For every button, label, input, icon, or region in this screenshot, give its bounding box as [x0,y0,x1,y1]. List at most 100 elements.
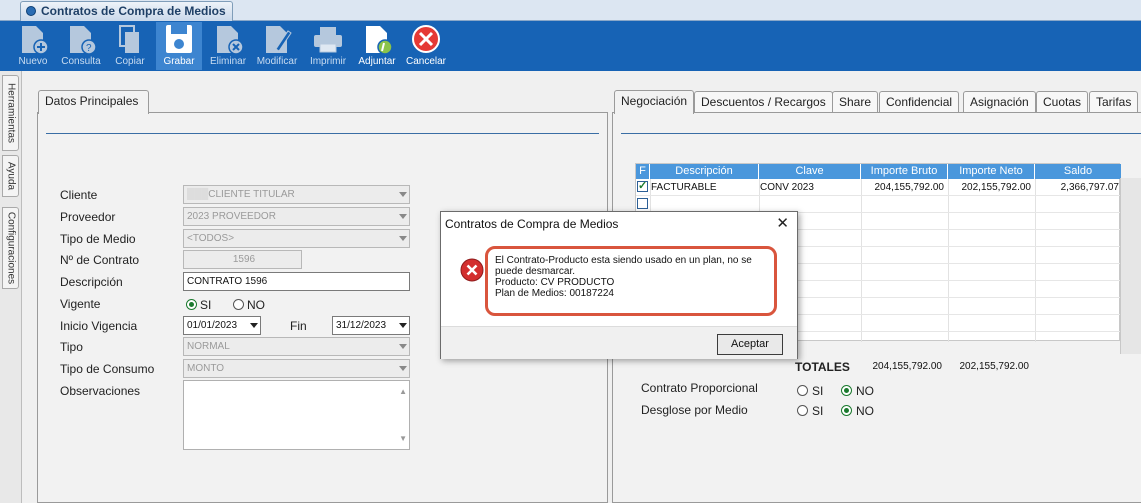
edit-document-icon [266,26,292,53]
desglose-medio-si-label: SI [812,404,824,418]
desglose-medio-no-label: NO [856,404,874,418]
error-icon [460,258,484,282]
contrato-proporcional-si-label: SI [812,384,824,398]
numero-contrato-label: Nº de Contrato [60,253,140,267]
query-document-icon: ? [70,26,97,55]
tab-asignacion[interactable]: Asignación [963,91,1036,113]
chevron-down-icon [399,323,407,328]
svg-text:?: ? [86,43,92,54]
side-tab-configuraciones[interactable]: Configuraciones [2,207,19,289]
document-tab-title: Contratos de Compra de Medios [41,4,226,18]
grid-header-importe-bruto[interactable]: Importe Bruto [861,164,948,179]
row-importe-bruto: 204,155,792.00 [874,182,944,193]
tab-descuentos-recargos[interactable]: Descuentos / Recargos [694,91,833,113]
tipo-consumo-label: Tipo de Consumo [60,362,155,376]
tipo-medio-label: Tipo de Medio [60,232,136,246]
dialog-title: Contratos de Compra de Medios [445,217,619,231]
row-checkbox[interactable] [637,198,648,209]
toolbar: Nuevo ? Consulta Copiar Grabar Eliminar … [0,21,1141,71]
document-tab-strip: Contratos de Compra de Medios [0,0,1141,21]
chevron-down-icon [399,236,407,241]
delete-document-icon [217,26,244,55]
save-button[interactable]: Grabar [156,22,202,70]
row-saldo: 2,366,797.07 [1060,182,1119,193]
numero-contrato-field[interactable]: 1596 [183,250,302,269]
chevron-down-icon [250,323,258,328]
tab-tarifas[interactable]: Tarifas [1089,91,1139,113]
side-tab-bar: Herramientas Ayuda Configuraciones [0,71,22,503]
tipo-select[interactable]: NORMAL [183,337,410,356]
row-importe-neto: 202,155,792.00 [961,182,1031,193]
tab-negociacion[interactable]: Negociación [614,90,695,114]
grid-header-saldo[interactable]: Saldo [1035,164,1121,179]
chevron-down-icon [399,366,407,371]
copy-button[interactable]: Copiar [107,22,153,70]
tab-datos-principales[interactable]: Datos Principales [38,90,149,114]
observaciones-label: Observaciones [60,384,141,398]
query-button[interactable]: ? Consulta [58,22,104,70]
cliente-label: Cliente [60,188,98,202]
tipo-label: Tipo [60,340,83,354]
tipo-medio-select[interactable]: <TODOS> [183,229,410,248]
proveedor-label: Proveedor [60,210,116,224]
side-tab-herramientas[interactable]: Herramientas [2,75,19,151]
vigente-si-radio[interactable] [186,299,197,310]
observaciones-textarea[interactable]: ▲ ▼ [183,380,410,450]
print-button[interactable]: Imprimir [305,22,351,70]
totales-neto: 202,155,792.00 [959,361,1029,372]
descripcion-label: Descripción [60,275,123,289]
document-tab[interactable]: Contratos de Compra de Medios [20,1,233,21]
grid-header-descripcion[interactable]: Descripción [650,164,759,179]
contrato-proporcional-no-radio[interactable] [841,385,852,396]
cancel-button[interactable]: Cancelar [403,22,449,70]
totales-label: TOTALES [795,360,850,374]
grid-header-f[interactable]: F [636,164,650,179]
desglose-medio-si-radio[interactable] [797,405,808,416]
chevron-down-icon [399,214,407,219]
tab-cuotas[interactable]: Cuotas [1036,91,1089,113]
error-dialog: Contratos de Compra de Medios ✕ El Contr… [440,211,798,359]
tab-confidencial[interactable]: Confidencial [879,91,960,113]
aceptar-button[interactable]: Aceptar [717,334,783,355]
chevron-down-icon [399,192,407,197]
vigente-no-label: NO [247,298,265,312]
vigente-no-radio[interactable] [233,299,244,310]
vigente-si-label: SI [200,298,212,312]
dialog-message: El Contrato-Producto esta siendo usado e… [495,255,752,299]
proveedor-select[interactable]: 2023 PROVEEDOR [183,207,410,226]
divider [621,133,1141,134]
fin-label: Fin [290,319,307,333]
grid-scroll-area[interactable] [1120,178,1141,354]
cancel-icon [412,25,440,53]
tipo-consumo-select[interactable]: MONTO [183,359,410,378]
copy-icon [119,25,139,53]
divider [46,133,599,134]
scroll-down-icon[interactable]: ▼ [399,430,407,447]
dialog-footer: Aceptar [441,326,797,359]
fin-date[interactable]: 31/12/2023 [332,316,410,335]
delete-button[interactable]: Eliminar [205,22,251,70]
descripcion-field[interactable]: CONTRATO 1596 [183,272,410,291]
grid-header-clave[interactable]: Clave [759,164,861,179]
inicio-vigencia-date[interactable]: 01/01/2023 [183,316,261,335]
side-tab-ayuda[interactable]: Ayuda [2,155,19,197]
row-checkbox[interactable] [637,179,648,192]
inicio-vigencia-label: Inicio Vigencia [60,319,138,333]
row-descripcion: FACTURABLE [651,182,717,193]
grid-header-importe-neto[interactable]: Importe Neto [948,164,1035,179]
printer-icon [314,27,342,53]
contrato-proporcional-no-label: NO [856,384,874,398]
cliente-select[interactable]: ███CLIENTE TITULAR [183,185,410,204]
edit-button[interactable]: Modificar [254,22,300,70]
attach-button[interactable]: Adjuntar [354,22,400,70]
row-clave: CONV 2023 [760,182,814,193]
vigente-label: Vigente [60,297,101,311]
close-icon[interactable]: ✕ [776,214,789,232]
scroll-up-icon[interactable]: ▲ [399,383,407,400]
save-icon [166,25,192,53]
contrato-proporcional-si-radio[interactable] [797,385,808,396]
new-document-icon [22,26,49,55]
new-button[interactable]: Nuevo [10,22,56,70]
tab-share[interactable]: Share [832,91,879,113]
desglose-medio-no-radio[interactable] [841,405,852,416]
